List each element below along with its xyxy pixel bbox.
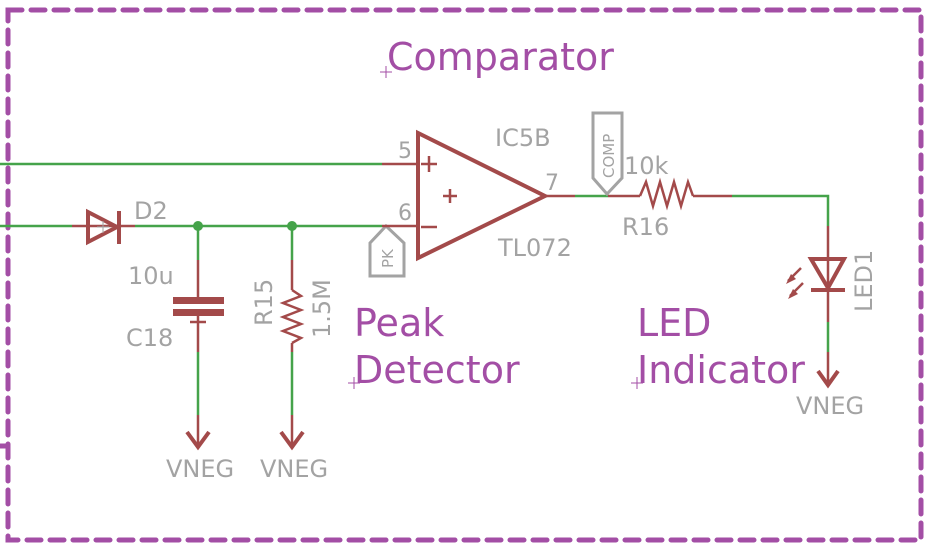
peak-label-line2: Detector	[354, 348, 520, 392]
net-label-comp[interactable]: COMP	[591, 111, 624, 197]
section-comparator: Comparator	[380, 35, 614, 79]
capacitor-value: 10u	[128, 262, 174, 290]
supply-label: VNEG	[166, 455, 234, 483]
net-label-pk-text: PK	[379, 248, 397, 268]
section-led-indicator: LED Indicator	[631, 301, 805, 392]
resistor-r16[interactable]: 10k R16	[608, 152, 732, 241]
r16-name: R16	[622, 213, 669, 241]
opamp-ic5b[interactable]: 5 6 7 IC5B TL072	[382, 124, 575, 262]
r15-value: 1.5M	[308, 279, 336, 338]
opamp-pin-6: 6	[398, 201, 412, 226]
r16-value: 10k	[624, 152, 669, 180]
supply-vneg-1[interactable]: VNEG	[166, 415, 234, 483]
junction-dot	[193, 221, 203, 231]
capacitor-c18[interactable]: 10u C18	[126, 260, 224, 352]
led-name: LED1	[850, 250, 878, 312]
junction-dot	[287, 221, 297, 231]
supply-label: VNEG	[260, 455, 328, 483]
led-label-line1: LED	[637, 301, 711, 345]
diode-d2-name: D2	[134, 197, 168, 225]
led-led1[interactable]: LED1	[786, 226, 878, 322]
opamp-value: TL072	[497, 234, 572, 262]
supply-vneg-3[interactable]: VNEG	[796, 352, 864, 420]
wire-r16-led[interactable]	[732, 194, 830, 226]
supply-vneg-2[interactable]: VNEG	[260, 415, 328, 483]
capacitor-name: C18	[126, 324, 173, 352]
resistor-r15[interactable]: R15 1.5M	[250, 260, 336, 352]
peak-label-line1: Peak	[354, 301, 444, 345]
net-label-comp-text: COMP	[600, 134, 618, 178]
opamp-name: IC5B	[495, 124, 551, 152]
net-label-pk[interactable]: PK	[368, 223, 406, 278]
supply-label: VNEG	[796, 392, 864, 420]
section-peak-detector: Peak Detector	[348, 301, 520, 392]
section-comparator-label: Comparator	[387, 35, 614, 79]
r15-name: R15	[250, 279, 278, 326]
schematic-canvas: Comparator Peak Detector LED Indicator D…	[0, 7, 924, 543]
led-label-line2: Indicator	[637, 348, 805, 392]
opamp-pin-5: 5	[398, 139, 412, 164]
opamp-pin-7: 7	[545, 171, 559, 196]
diode-d2[interactable]: D2	[72, 197, 168, 246]
